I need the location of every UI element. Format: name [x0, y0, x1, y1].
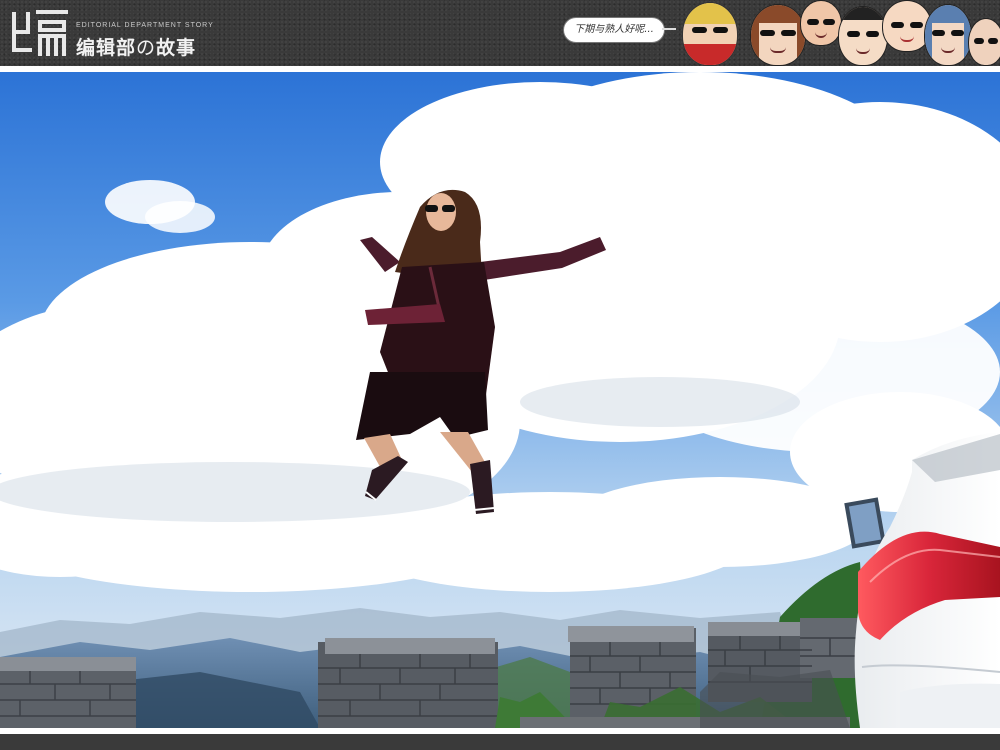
footer-bar: [0, 734, 1000, 750]
speech-bubble: 下期与熟人好呢...: [563, 17, 665, 43]
logo-mark-icon: [12, 10, 68, 56]
caricature-face-4: [838, 6, 888, 66]
speech-bubble-tail: [662, 28, 676, 30]
logo-subtitle: EDITORIAL DEPARTMENT STORY: [76, 22, 214, 29]
caricature-face-2: [750, 4, 806, 66]
logo-title-part2: 故事: [156, 37, 197, 59]
logo-title[interactable]: 编辑部の故事: [76, 33, 196, 60]
jumping-woman-scene: [0, 72, 1000, 728]
logo-title-no: の: [136, 37, 157, 59]
caricature-face-6: [924, 4, 972, 66]
caricature-face-3: [800, 0, 842, 46]
caricature-face-1: [682, 2, 738, 66]
caricature-face-7: [968, 18, 1000, 66]
site-header: EDITORIAL DEPARTMENT STORY 编辑部の故事 下期与熟人好…: [0, 0, 1000, 66]
main-photo: [0, 72, 1000, 728]
logo-title-part1: 编辑部: [76, 37, 137, 59]
editor-caricature-faces-icon: [678, 0, 1000, 66]
